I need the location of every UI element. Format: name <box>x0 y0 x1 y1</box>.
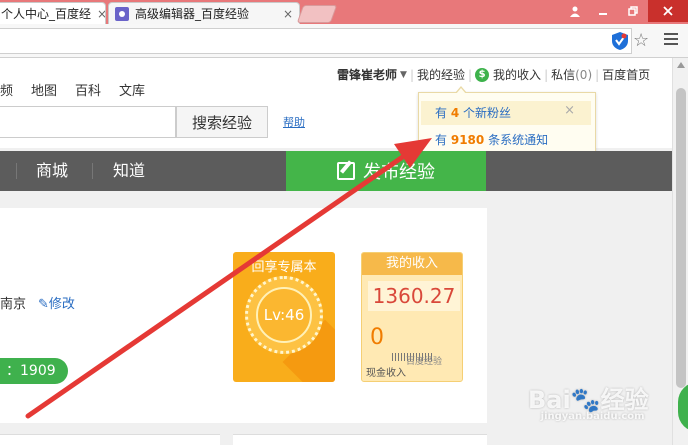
nav-item-zhidao[interactable]: 知道 <box>113 151 145 191</box>
restore-icon[interactable] <box>618 0 648 22</box>
search-experience-button[interactable]: 搜索经验 <box>176 106 268 138</box>
baidu-jingyan-watermark: Bai🐾经验 jingyan.baidu.com <box>528 380 649 422</box>
baidu-homepage-link[interactable]: 百度首页 <box>602 66 650 83</box>
tab-label: 高级编辑器_百度经验 <box>135 7 250 21</box>
divider <box>92 163 93 179</box>
bookmark-star-icon[interactable]: ☆ <box>633 30 649 51</box>
level-badge[interactable]: 回享专属本 Lv:46 <box>233 252 335 382</box>
browser-menu-icon[interactable] <box>664 33 678 48</box>
window-close-icon[interactable] <box>648 0 688 22</box>
income-title: 我的收入 <box>362 253 462 275</box>
nav-item-mall[interactable]: 商城 <box>36 151 68 191</box>
divider: | <box>595 67 600 82</box>
help-link[interactable]: 帮助 <box>283 114 305 130</box>
pencil-icon: ✎ <box>38 297 49 312</box>
level-medal-icon: Lv:46 <box>245 276 323 354</box>
tab-label: 个人中心_百度经 <box>1 7 92 21</box>
close-icon[interactable]: × <box>564 103 575 118</box>
badge-title: 回享专属本 <box>251 260 317 275</box>
my-income-link[interactable]: 我的收入 <box>493 66 541 83</box>
tab-close-icon[interactable]: × <box>91 7 105 21</box>
watermark-brand: Bai <box>528 386 571 414</box>
nav-link-map[interactable]: 地图 <box>31 80 57 99</box>
system-notifications[interactable]: 有 9180 条系统通知 <box>421 129 548 151</box>
income-secondary: 0 <box>370 325 384 350</box>
window-controls <box>562 0 688 22</box>
notification-text: 有 <box>435 106 448 120</box>
browser-titlebar: 个人中心_百度经 × 高级编辑器_百度经验 × <box>0 0 688 24</box>
security-shield-icon[interactable] <box>611 31 629 51</box>
income-amount: 1360.27 <box>368 281 460 311</box>
edit-pen-icon <box>337 162 355 180</box>
edit-label: 修改 <box>48 297 75 312</box>
system-notification-count: 9180 <box>450 133 485 147</box>
scrollbar-thumb[interactable] <box>676 88 686 388</box>
address-bar[interactable] <box>0 28 632 54</box>
paw-icon: 🐾 <box>570 386 601 414</box>
nav-link-baike[interactable]: 百科 <box>75 80 101 99</box>
notification-text: 个新粉丝 <box>463 106 512 120</box>
new-tab-button[interactable] <box>296 5 338 23</box>
my-experience-link[interactable]: 我的经验 <box>417 66 465 83</box>
baidu-paw-icon <box>115 6 129 21</box>
chevron-down-icon[interactable]: ▼ <box>400 70 407 80</box>
level-text: Lv:46 <box>256 287 312 343</box>
divider: | <box>544 67 549 82</box>
notification-text: 条系统通知 <box>488 133 549 147</box>
content-card <box>0 434 220 445</box>
publish-label: 发布经验 <box>363 162 435 183</box>
profile-card: 南京 ✎修改 ：1909 回享专属本 Lv:46 我的收入 1360.27 0 … <box>0 208 487 423</box>
notification-popup: 有 4 个新粉丝 × 有 9180 条系统通知 <box>418 86 596 158</box>
new-fans-count: 4 <box>450 106 460 120</box>
divider <box>16 163 17 179</box>
cash-income-label: 现金收入 <box>366 368 406 379</box>
nav-links: 频 地图 百科 文库 <box>0 80 145 99</box>
notification-text: 有 <box>435 133 448 147</box>
messages-link[interactable]: 私信 <box>551 66 575 83</box>
tab-close-icon[interactable]: × <box>277 7 293 21</box>
content-card <box>233 434 487 445</box>
messages-count: (0) <box>575 67 593 82</box>
main-nav-bar: 商城 知道 发布经验 <box>0 151 672 191</box>
user-bar: 雷锋崔老师 ▼ | 我的经验 | $ 我的收入 | 私信 (0) | 百度首页 <box>337 66 650 83</box>
username-link[interactable]: 雷锋崔老师 <box>337 66 397 83</box>
edit-location-link[interactable]: ✎修改 <box>38 293 75 312</box>
publish-experience-button[interactable]: 发布经验 <box>286 151 486 191</box>
watermark-url: jingyan.baidu.com <box>540 411 645 422</box>
minimize-icon[interactable] <box>588 0 618 22</box>
divider: | <box>409 67 414 82</box>
location-text: 南京 <box>0 297 27 312</box>
coin-icon: $ <box>475 67 490 82</box>
income-watermark: 百度经验 <box>406 357 443 367</box>
nav-link[interactable]: 频 <box>0 80 13 99</box>
watermark-brand2: 经验 <box>600 386 649 414</box>
scroll-up-icon[interactable] <box>677 62 685 68</box>
user-profile-icon[interactable] <box>562 0 588 22</box>
income-card[interactable]: 我的收入 1360.27 0 百度经验 现金收入 <box>361 252 463 382</box>
nav-link-wenku[interactable]: 文库 <box>119 80 145 99</box>
browser-toolbar <box>0 24 688 58</box>
search-input[interactable] <box>0 106 176 138</box>
tab-personal-center[interactable]: 个人中心_百度经 × <box>0 2 106 24</box>
experience-count-pill[interactable]: ：1909 <box>0 358 68 384</box>
tab-advanced-editor[interactable]: 高级编辑器_百度经验 × <box>108 2 300 24</box>
divider: | <box>468 67 473 82</box>
